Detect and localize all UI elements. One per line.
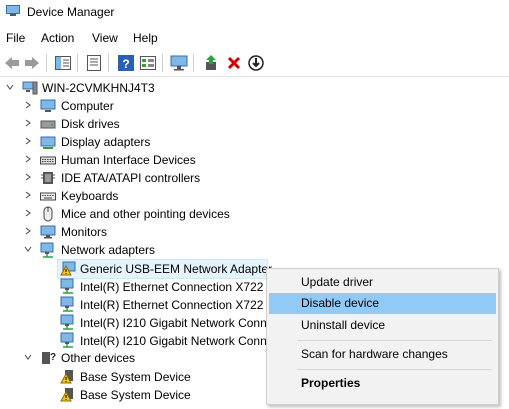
toolbar-separator [193, 54, 194, 72]
network-adapter-warning-icon [60, 261, 76, 276]
tree-category-other-devices[interactable]: Other devices [61, 349, 135, 367]
menu-action[interactable]: Action [41, 31, 74, 45]
device-manager-icon [6, 5, 20, 16]
disk-drive-icon [40, 120, 56, 129]
properties-icon[interactable] [84, 53, 104, 73]
toolbar-separator [46, 54, 47, 72]
title-bar: Device Manager [0, 0, 509, 24]
help-icon[interactable]: ? [116, 53, 136, 73]
tree-root-label[interactable]: WIN-2CVMKHNJ4T3 [42, 79, 155, 97]
tree-device-x722-2[interactable]: Intel(R) Ethernet Connection X722 f [80, 296, 270, 314]
menu-view[interactable]: View [92, 31, 118, 45]
tree-category-disk-drives[interactable]: Disk drives [61, 115, 120, 133]
svg-text:?: ? [50, 352, 56, 363]
menu-help[interactable]: Help [133, 31, 158, 45]
tree-category-monitors[interactable]: Monitors [61, 223, 107, 241]
tree-device-base-system-1[interactable]: Base System Device [80, 368, 191, 386]
svg-text:?: ? [122, 57, 129, 71]
network-adapter-icon [60, 314, 74, 330]
expand-chevron-icon[interactable] [23, 208, 33, 218]
tree-category-hid[interactable]: Human Interface Devices [61, 151, 196, 169]
tree-category-display-adapters[interactable]: Display adapters [61, 133, 150, 151]
network-adapter-icon [60, 296, 74, 312]
show-hide-tree-icon[interactable] [53, 53, 73, 73]
tree-device-base-system-2[interactable]: Base System Device [80, 386, 191, 404]
monitor-scan-icon[interactable] [169, 53, 189, 73]
ide-controller-icon [41, 172, 55, 184]
tree-category-mice[interactable]: Mice and other pointing devices [61, 205, 230, 223]
menu-file[interactable]: File [6, 31, 25, 45]
collapse-chevron-icon[interactable] [5, 82, 15, 92]
collapse-chevron-icon[interactable] [23, 352, 33, 362]
network-adapter-icon [60, 332, 74, 348]
expand-chevron-icon[interactable] [23, 100, 33, 110]
tree-category-computer[interactable]: Computer [61, 97, 114, 115]
expand-chevron-icon[interactable] [23, 226, 33, 236]
menu-item-disable-device[interactable]: Disable device [269, 293, 496, 314]
mouse-icon [43, 206, 53, 222]
computer-icon [40, 99, 56, 112]
keyboard-icon [40, 192, 56, 201]
toolbar-separator [162, 54, 163, 72]
expand-chevron-icon[interactable] [23, 118, 33, 128]
menu-separator [297, 340, 492, 341]
tree-category-keyboards[interactable]: Keyboards [61, 187, 118, 205]
unknown-device-icon: ? [42, 352, 56, 364]
tree-device-i210-2[interactable]: Intel(R) I210 Gigabit Network Conne [80, 332, 273, 350]
uninstall-icon[interactable] [224, 53, 244, 73]
disable-icon[interactable] [246, 53, 266, 73]
menu-bar: File Action View Help [0, 28, 509, 48]
forward-icon[interactable] [22, 53, 42, 73]
tree-device-x722-1[interactable]: Intel(R) Ethernet Connection X722 f [80, 278, 270, 296]
toolbar: ? [0, 50, 509, 77]
menu-item-properties[interactable]: Properties [269, 373, 496, 394]
monitor-icon [40, 225, 56, 239]
menu-item-update-driver[interactable]: Update driver [269, 272, 496, 293]
network-adapter-icon [60, 278, 74, 294]
hid-keyboard-icon [40, 156, 56, 165]
menu-separator [297, 369, 492, 370]
tree-category-network-adapters[interactable]: Network adapters [61, 241, 155, 259]
base-device-warning-icon [60, 388, 73, 402]
tree-device-generic-usb-eem[interactable]: Generic USB-EEM Network Adapter [80, 260, 272, 278]
display-adapter-icon [40, 136, 56, 149]
expand-chevron-icon[interactable] [23, 172, 33, 182]
base-device-warning-icon [60, 370, 73, 384]
back-icon[interactable] [2, 53, 22, 73]
menu-item-scan-hardware[interactable]: Scan for hardware changes [269, 344, 496, 365]
menu-item-uninstall-device[interactable]: Uninstall device [269, 315, 496, 336]
collapse-chevron-icon[interactable] [23, 244, 33, 254]
expand-chevron-icon[interactable] [23, 190, 33, 200]
tree-device-i210-1[interactable]: Intel(R) I210 Gigabit Network Conne [80, 314, 273, 332]
network-adapter-icon [40, 242, 54, 258]
toolbar-separator [77, 54, 78, 72]
update-view-icon[interactable] [138, 53, 158, 73]
expand-chevron-icon[interactable] [23, 136, 33, 146]
toolbar-separator [108, 54, 109, 72]
update-driver-icon[interactable] [202, 53, 222, 73]
window-title: Device Manager [27, 5, 115, 19]
computer-root-icon [22, 81, 38, 95]
expand-chevron-icon[interactable] [23, 154, 33, 164]
tree-category-ide[interactable]: IDE ATA/ATAPI controllers [61, 169, 200, 187]
context-menu: Update driver Disable device Uninstall d… [266, 268, 499, 405]
